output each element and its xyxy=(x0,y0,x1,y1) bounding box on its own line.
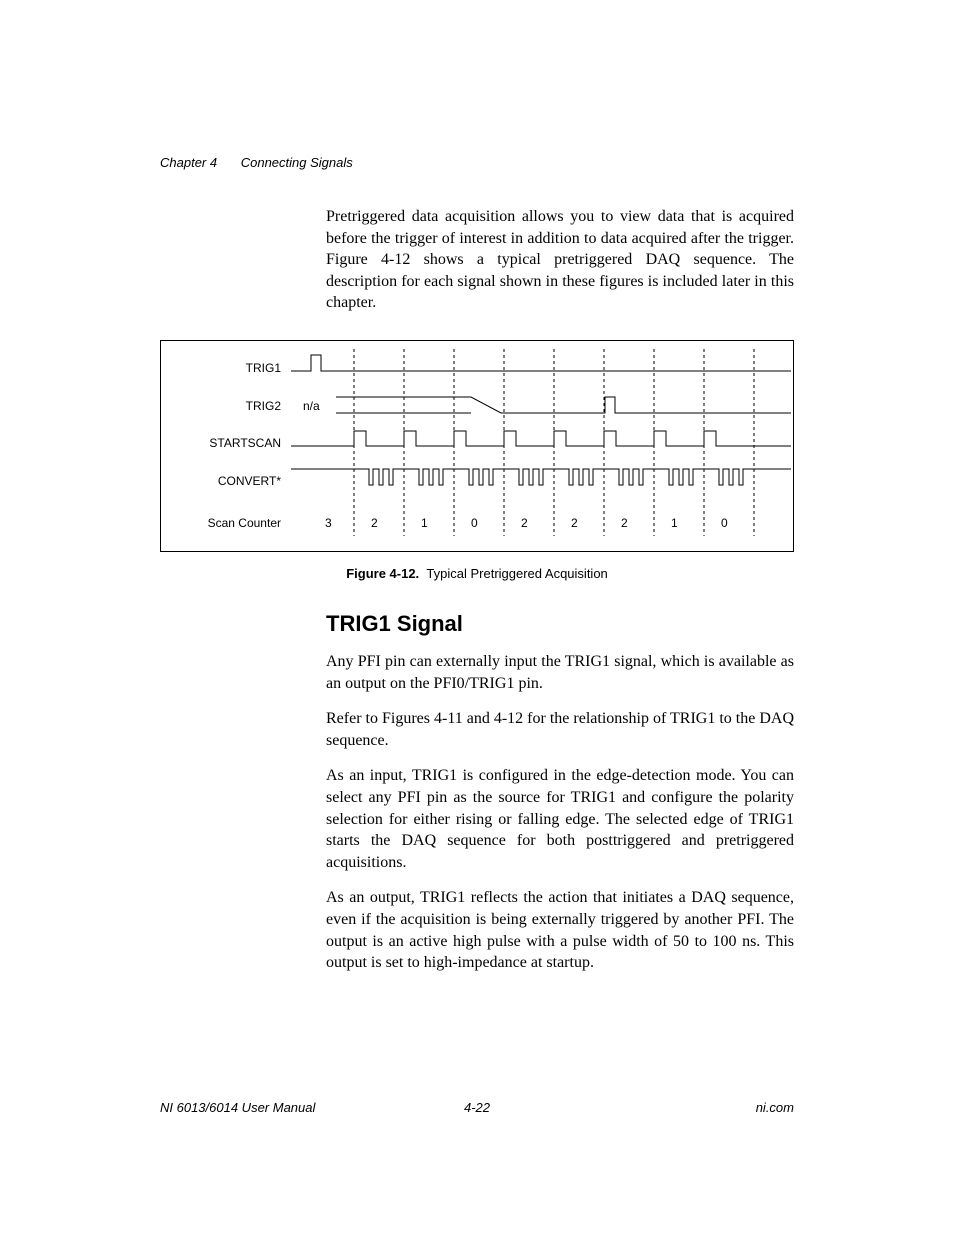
signal-label-startscan: STARTSCAN xyxy=(171,436,281,450)
body-paragraph: Refer to Figures 4-11 and 4-12 for the r… xyxy=(326,708,794,751)
running-header: Chapter 4 Connecting Signals xyxy=(160,155,794,170)
body-paragraph: As an input, TRIG1 is configured in the … xyxy=(326,765,794,873)
body-paragraph: Any PFI pin can externally input the TRI… xyxy=(326,651,794,694)
figure-caption: Figure 4-12. Typical Pretriggered Acquis… xyxy=(160,566,794,581)
figure-caption-number: Figure 4-12. xyxy=(346,566,419,581)
timing-diagram-svg xyxy=(291,341,791,551)
signal-label-trig2: TRIG2 xyxy=(171,399,281,413)
body-paragraph: As an output, TRIG1 reflects the action … xyxy=(326,887,794,973)
figure-caption-text: Typical Pretriggered Acquisition xyxy=(426,566,607,581)
scan-counter-value: 2 xyxy=(371,516,378,530)
page-footer: NI 6013/6014 User Manual 4-22 ni.com xyxy=(160,1100,794,1115)
figure-timing-diagram: TRIG1 TRIG2 STARTSCAN CONVERT* Scan Coun… xyxy=(160,340,794,552)
signal-label-convert: CONVERT* xyxy=(171,474,281,488)
scan-counter-value: 2 xyxy=(521,516,528,530)
scan-counter-value: 3 xyxy=(325,516,332,530)
scan-counter-value: 1 xyxy=(421,516,428,530)
page: Chapter 4 Connecting Signals Pretriggere… xyxy=(0,0,954,1235)
signal-label-trig1: TRIG1 xyxy=(171,361,281,375)
chapter-number: Chapter 4 xyxy=(160,155,217,170)
chapter-title: Connecting Signals xyxy=(241,155,353,170)
scan-counter-value: 2 xyxy=(571,516,578,530)
footer-page-number: 4-22 xyxy=(160,1100,794,1115)
intro-paragraph: Pretriggered data acquisition allows you… xyxy=(326,206,794,314)
scan-counter-value: 0 xyxy=(471,516,478,530)
scan-counter-value: 1 xyxy=(671,516,678,530)
section-heading: TRIG1 Signal xyxy=(326,611,794,637)
scan-counter-value: 0 xyxy=(721,516,728,530)
scan-counter-value: 2 xyxy=(621,516,628,530)
signal-label-scan-counter: Scan Counter xyxy=(171,516,281,530)
